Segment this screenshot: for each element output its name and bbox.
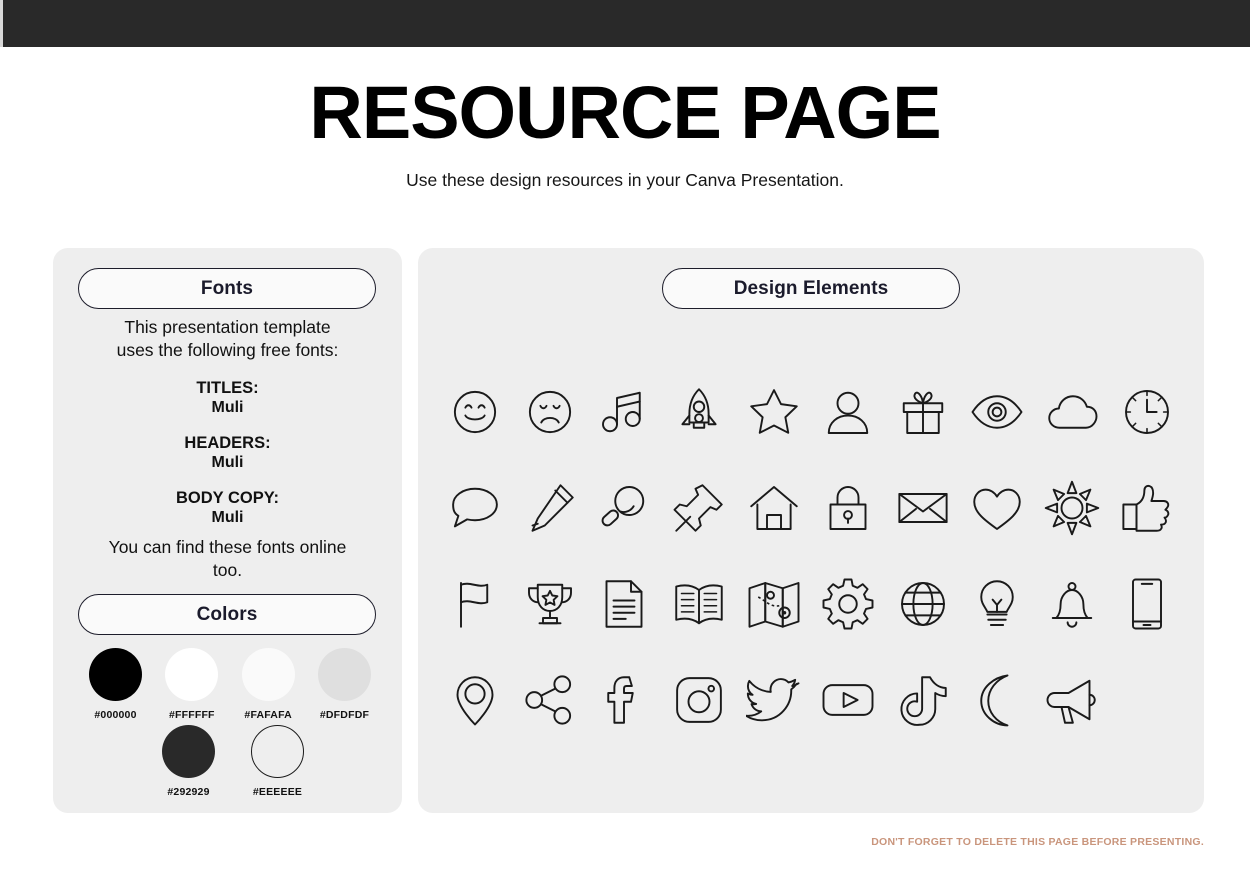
body-copy-label: BODY COPY: (176, 489, 279, 507)
document-icon[interactable] (592, 572, 656, 636)
cloud-icon[interactable] (1040, 380, 1104, 444)
color-swatch-dot (89, 648, 142, 701)
gift-icon[interactable] (891, 380, 955, 444)
flag-icon[interactable] (443, 572, 507, 636)
color-swatch: #FFFFFF (162, 648, 221, 721)
open-book-icon[interactable] (667, 572, 731, 636)
color-swatch-dot (165, 648, 219, 701)
bell-icon[interactable] (1040, 572, 1104, 636)
color-swatch-hex-label: #292929 (167, 786, 210, 798)
body-copy-font: Muli (211, 509, 244, 526)
fonts-intro-line-1: This presentation template (124, 317, 331, 337)
page-title: RESOURCE PAGE (309, 71, 941, 154)
color-swatch-row-1: #000000 #FFFFFF #FAFAFA #DFDFDF (86, 648, 374, 721)
speech-bubble-icon[interactable] (443, 476, 507, 540)
map-icon[interactable] (742, 572, 806, 636)
color-swatch: #EEEEEE (248, 725, 307, 798)
smartphone-icon[interactable] (1115, 572, 1179, 636)
tiktok-icon[interactable] (891, 668, 955, 732)
colors-pill-label: Colors (196, 603, 258, 625)
color-swatch-row-2: #292929 #EEEEEE (159, 725, 307, 798)
share-icon[interactable] (518, 668, 582, 732)
delete-page-reminder: DON'T FORGET TO DELETE THIS PAGE BEFORE … (871, 836, 1204, 848)
color-swatch: #DFDFDF (315, 648, 374, 721)
trophy-icon[interactable] (518, 572, 582, 636)
color-swatch: #292929 (159, 725, 218, 798)
color-swatch: #FAFAFA (239, 648, 298, 721)
colors-section-pill: Colors (78, 594, 376, 635)
titles-font: Muli (211, 399, 244, 416)
titles-label: TITLES: (196, 379, 259, 397)
design-elements-panel: Design Elements (418, 248, 1204, 813)
headers-font: Muli (211, 454, 244, 471)
fonts-intro-line-2: uses the following free fonts: (116, 340, 339, 360)
globe-icon[interactable] (891, 572, 955, 636)
design-elements-pill-label: Design Elements (733, 277, 889, 299)
magnifier-icon[interactable] (592, 476, 656, 540)
location-pin-icon[interactable] (443, 668, 507, 732)
color-swatch-dot (317, 648, 371, 701)
slide-canvas: RESOURCE PAGE Use these design resources… (0, 0, 1250, 884)
fonts-panel: Fonts This presentation template uses th… (53, 248, 402, 813)
youtube-icon[interactable] (816, 668, 880, 732)
pushpin-icon[interactable] (667, 476, 731, 540)
slide-edge-strip (0, 0, 3, 47)
page-subtitle: Use these design resources in your Canva… (406, 170, 844, 190)
house-icon[interactable] (742, 476, 806, 540)
fonts-description: This presentation template uses the foll… (67, 316, 388, 582)
icon-grid (438, 364, 1184, 748)
twitter-icon[interactable] (742, 668, 806, 732)
heart-icon[interactable] (965, 476, 1029, 540)
megaphone-icon[interactable] (1040, 668, 1104, 732)
color-swatch-hex-label: #DFDFDF (319, 709, 370, 721)
rocket-icon[interactable] (667, 380, 731, 444)
facebook-icon[interactable] (592, 668, 656, 732)
color-swatch-hex-label: #EEEEEE (252, 786, 303, 798)
person-icon[interactable] (816, 380, 880, 444)
smiley-face-icon[interactable] (443, 380, 507, 444)
lock-icon[interactable] (816, 476, 880, 540)
thumbs-up-icon[interactable] (1115, 476, 1179, 540)
fonts-pill-label: Fonts (200, 277, 254, 299)
gear-icon[interactable] (816, 572, 880, 636)
headers-label: HEADERS: (184, 434, 271, 452)
fonts-outro-line-2: too. (212, 560, 243, 580)
color-swatch-hex-label: #FAFAFA (244, 709, 292, 721)
color-swatch-dot (241, 648, 295, 701)
eye-icon[interactable] (965, 380, 1029, 444)
sun-icon[interactable] (1040, 476, 1104, 540)
star-icon[interactable] (742, 380, 806, 444)
clock-icon[interactable] (1115, 380, 1179, 444)
color-swatch-dot (162, 725, 215, 778)
fonts-section-pill: Fonts (78, 268, 376, 309)
pencil-icon[interactable] (518, 476, 582, 540)
design-elements-pill: Design Elements (662, 268, 960, 309)
music-note-icon[interactable] (592, 380, 656, 444)
color-swatch: #000000 (86, 648, 145, 721)
lightbulb-icon[interactable] (965, 572, 1029, 636)
envelope-icon[interactable] (891, 476, 955, 540)
color-swatch-hex-label: #FFFFFF (168, 709, 215, 721)
color-swatch-dot (251, 725, 304, 778)
moon-icon[interactable] (965, 668, 1029, 732)
instagram-icon[interactable] (667, 668, 731, 732)
top-bar (0, 0, 1250, 47)
sad-face-icon[interactable] (518, 380, 582, 444)
fonts-outro-line-1: You can find these fonts online (108, 537, 347, 557)
color-swatch-hex-label: #000000 (94, 709, 137, 721)
